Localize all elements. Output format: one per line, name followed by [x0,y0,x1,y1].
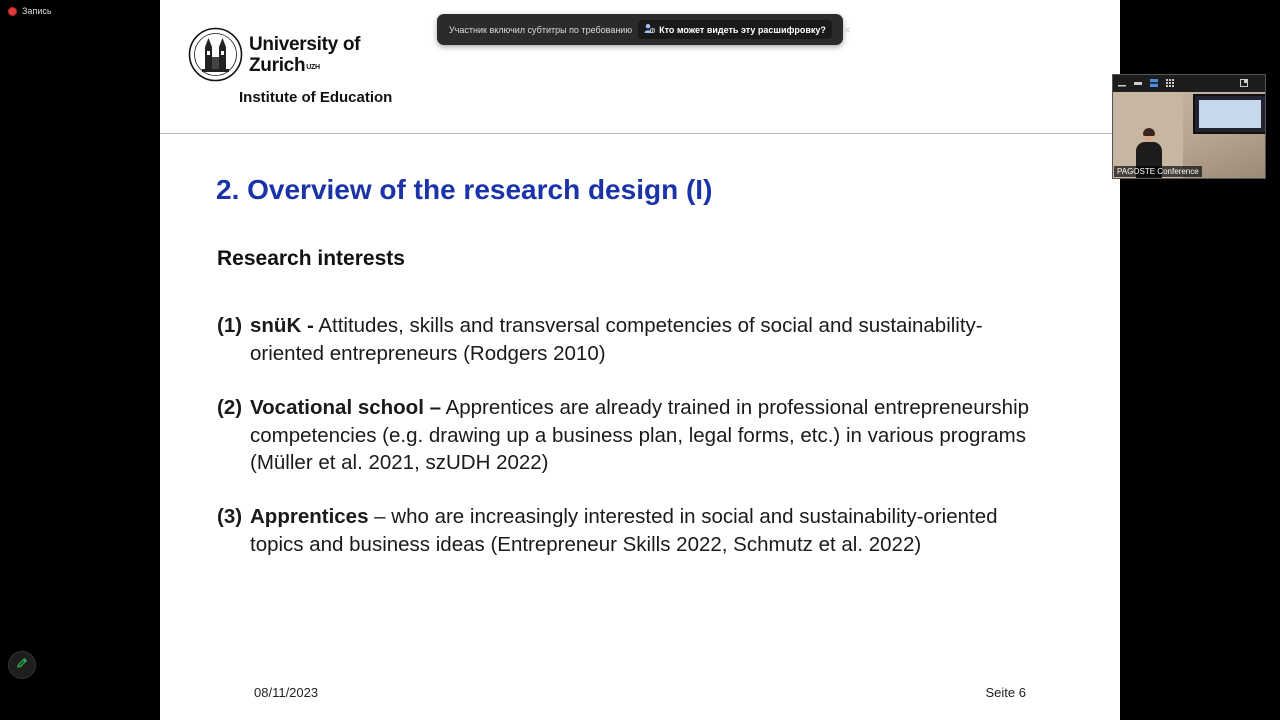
item-number: (1) [217,314,243,337]
feed-projection-screen [1193,94,1265,134]
recording-label: Запись [22,6,52,16]
speaker-view-icon[interactable] [1150,79,1158,87]
slide-page-number: Seite 6 [985,685,1026,700]
item-body: Vocational school – Apprentices are alre… [250,394,1047,477]
university-seal-icon [188,27,243,82]
video-toolbar [1113,75,1265,91]
transcript-visibility-button[interactable]: ? Кто может видеть эту расшифровку? [638,20,832,39]
shared-slide: University of ZurichUZH Institute of Edu… [160,0,1120,720]
captions-message: Участник включил субтитры по требованию [449,24,633,35]
research-interest-item: (2) Vocational school – Apprentices are … [217,394,1047,477]
hide-video-icon[interactable] [1134,79,1142,87]
research-interest-item: (1) snüK - Attitudes, skills and transve… [217,312,1047,367]
slide-title: 2. Overview of the research design (I) [216,174,713,205]
item-term: Vocational school – [250,396,441,419]
gallery-view-icon[interactable] [1166,79,1174,87]
pencil-icon [16,656,28,674]
logo-line-1: University of [249,33,361,55]
item-body: Apprentices – who are increasingly inter… [250,503,1047,558]
minimize-icon[interactable] [1118,79,1126,87]
university-logo: University of ZurichUZH [188,27,360,82]
annotate-button[interactable] [8,651,36,679]
svg-text:?: ? [652,29,654,33]
feed-speaker-hair [1143,128,1155,136]
pop-out-icon[interactable] [1240,79,1248,87]
participant-video-feed: PAGOSTE Conference [1113,92,1265,178]
item-term: snüK - [250,314,314,337]
item-number: (2) [217,396,243,419]
person-question-icon: ? [644,23,656,36]
close-icon[interactable]: × [844,23,851,37]
research-interest-item: (3) Apprentices – who are increasingly i… [217,503,1047,558]
item-term: Apprentices [250,505,369,528]
slide-footer-date: 08/11/2023 [254,685,319,700]
item-text: Attitudes, skills and transversal compet… [250,314,983,365]
section-heading: Research interests [217,247,405,270]
logo-city: Zurich [249,54,306,76]
recording-indicator: Запись [8,6,52,16]
item-number: (3) [217,505,243,528]
captions-notification: Участник включил субтитры по требованию … [437,14,851,45]
logo-line-2: ZurichUZH [249,55,360,76]
participant-name-label: PAGOSTE Conference [1114,166,1202,177]
institute-name: Institute of Education [239,89,393,106]
logo-sup: UZH [306,63,320,71]
transcript-visibility-label: Кто может видеть эту расшифровку? [659,24,826,35]
video-thumbnail-panel[interactable]: PAGOSTE Conference [1112,74,1266,179]
header-divider [160,133,1120,134]
item-body: snüK - Attitudes, skills and transversal… [250,312,1047,367]
university-wordmark: University of ZurichUZH [249,34,360,76]
recording-dot-icon [8,6,17,16]
